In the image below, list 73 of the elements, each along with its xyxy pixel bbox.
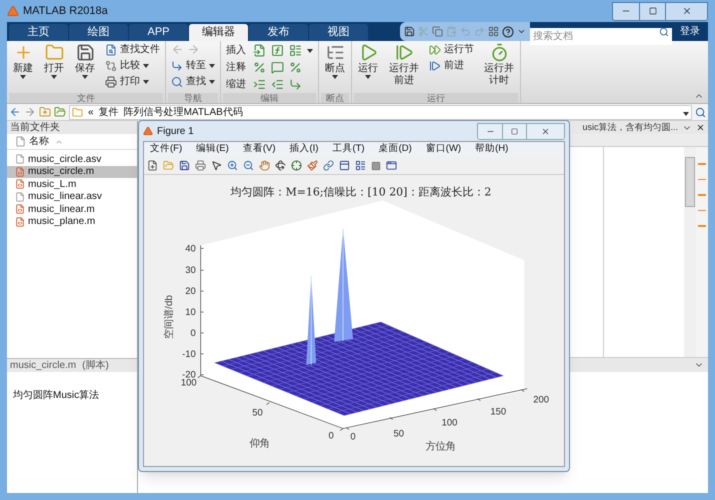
tick-label: 200 bbox=[533, 394, 549, 406]
tick-label: 0 bbox=[190, 328, 196, 339]
file-row[interactable]: music_linear.m bbox=[7, 203, 137, 216]
path-segment[interactable]: « bbox=[88, 104, 94, 120]
ribbon-button[interactable]: 断点 bbox=[321, 41, 349, 91]
tick-label: 100 bbox=[180, 378, 197, 389]
figure-title: Figure 1 bbox=[157, 124, 194, 138]
group-label: 断点 bbox=[321, 93, 349, 103]
menu-item[interactable]: 查看(V) bbox=[242, 142, 276, 157]
menu-item[interactable]: 插入(I) bbox=[289, 142, 318, 157]
column-header[interactable]: 名称 bbox=[7, 134, 137, 150]
path-segment[interactable]: 复件 bbox=[98, 104, 119, 120]
ribbon-button[interactable]: 打开 bbox=[40, 41, 68, 91]
ribbon-button[interactable]: 保存 bbox=[71, 41, 99, 91]
editor-tab-title[interactable]: usic算法，含有均匀圆... bbox=[582, 120, 678, 134]
ribbon-button[interactable]: 转至 bbox=[171, 58, 215, 73]
axis-label: 方位角 bbox=[426, 441, 456, 452]
details-header: music_circle.m (脚本) bbox=[7, 358, 137, 372]
plot-title: 均匀圆阵：M=16;信噪比：[10 20]：距离波长比：2 bbox=[230, 186, 492, 199]
file-row[interactable]: music_circle.asv bbox=[7, 153, 137, 166]
ribbon-button[interactable]: 比较 bbox=[105, 58, 160, 73]
file-row[interactable]: music_circle.m bbox=[7, 166, 137, 178]
tick-label: 50 bbox=[394, 428, 404, 440]
path-field[interactable]: « 复件 阵列信号处理MATLAB代码 bbox=[69, 104, 692, 120]
tick-label: -10 bbox=[182, 348, 196, 360]
ribbon-button[interactable]: 运行并 计时 bbox=[480, 41, 518, 91]
menu-item[interactable]: 桌面(D) bbox=[378, 142, 412, 157]
ribbon-label: 注释 bbox=[226, 60, 247, 75]
file-row[interactable]: music_linear.asv bbox=[7, 190, 137, 203]
ribbon-button[interactable]: 新建 bbox=[9, 41, 37, 91]
ribbon-tab[interactable]: APP bbox=[129, 24, 188, 41]
ribbon-tab[interactable]: 视图 bbox=[309, 24, 368, 41]
search-field[interactable]: 搜索文档 bbox=[530, 28, 672, 45]
axis-label: 仰角 bbox=[249, 438, 270, 450]
ribbon-tab[interactable]: 主页 bbox=[9, 24, 68, 41]
tick-label: 40 bbox=[185, 243, 196, 254]
tick-label: 20 bbox=[185, 286, 196, 298]
menu-item[interactable]: 编辑(E) bbox=[196, 142, 229, 157]
tick-label: 50 bbox=[252, 408, 263, 419]
ribbon-button[interactable]: 运行并 前进 bbox=[385, 41, 423, 91]
tick-label: 30 bbox=[185, 265, 196, 276]
path-segment[interactable]: 阵列信号处理MATLAB代码 bbox=[124, 104, 243, 120]
menu-item[interactable]: 窗口(W) bbox=[426, 142, 462, 157]
window-title: MATLAB R2018a bbox=[23, 4, 108, 19]
tick-label: 150 bbox=[490, 406, 506, 418]
ribbon-tab[interactable]: 绘图 bbox=[69, 24, 128, 41]
file-description: 均匀圆阵Music算法 bbox=[13, 390, 100, 401]
ribbon-button[interactable]: 运行 bbox=[354, 41, 382, 91]
ribbon-tab[interactable]: 发布 bbox=[249, 24, 308, 41]
ribbon-tab[interactable]: 编辑器 bbox=[189, 24, 248, 41]
tick-label: 0 bbox=[350, 431, 356, 442]
ribbon-button[interactable]: 查找文件 bbox=[105, 42, 160, 57]
menu-item[interactable]: 工具(T) bbox=[332, 142, 365, 157]
axis-label: 空间谱/db bbox=[164, 295, 175, 339]
tick-label: 100 bbox=[442, 418, 458, 428]
ribbon-button[interactable]: 前进 bbox=[429, 58, 474, 73]
group-label: 文件 bbox=[9, 93, 163, 103]
file-row[interactable]: music_L.m bbox=[7, 178, 137, 190]
group-label: 导航 bbox=[168, 93, 218, 103]
menu-item[interactable]: 帮助(H) bbox=[475, 142, 508, 157]
ribbon-label: 缩进 bbox=[226, 78, 247, 92]
ribbon-button[interactable]: 查找 bbox=[171, 74, 215, 89]
ribbon-label: 插入 bbox=[226, 44, 247, 58]
ribbon-button[interactable]: 运行节 bbox=[429, 42, 474, 57]
menu-item[interactable]: 文件(F) bbox=[150, 142, 182, 157]
tick-label: 10 bbox=[185, 307, 196, 318]
sign-in-button[interactable]: 登录 bbox=[672, 22, 708, 41]
tick-label: 0 bbox=[328, 430, 334, 442]
group-label: 编辑 bbox=[223, 93, 316, 103]
panel-title: 当前文件夹 bbox=[7, 121, 137, 134]
ribbon-button[interactable]: 打印 bbox=[105, 74, 160, 89]
group-label: 运行 bbox=[354, 93, 518, 103]
file-row[interactable]: music_plane.m bbox=[7, 216, 137, 228]
